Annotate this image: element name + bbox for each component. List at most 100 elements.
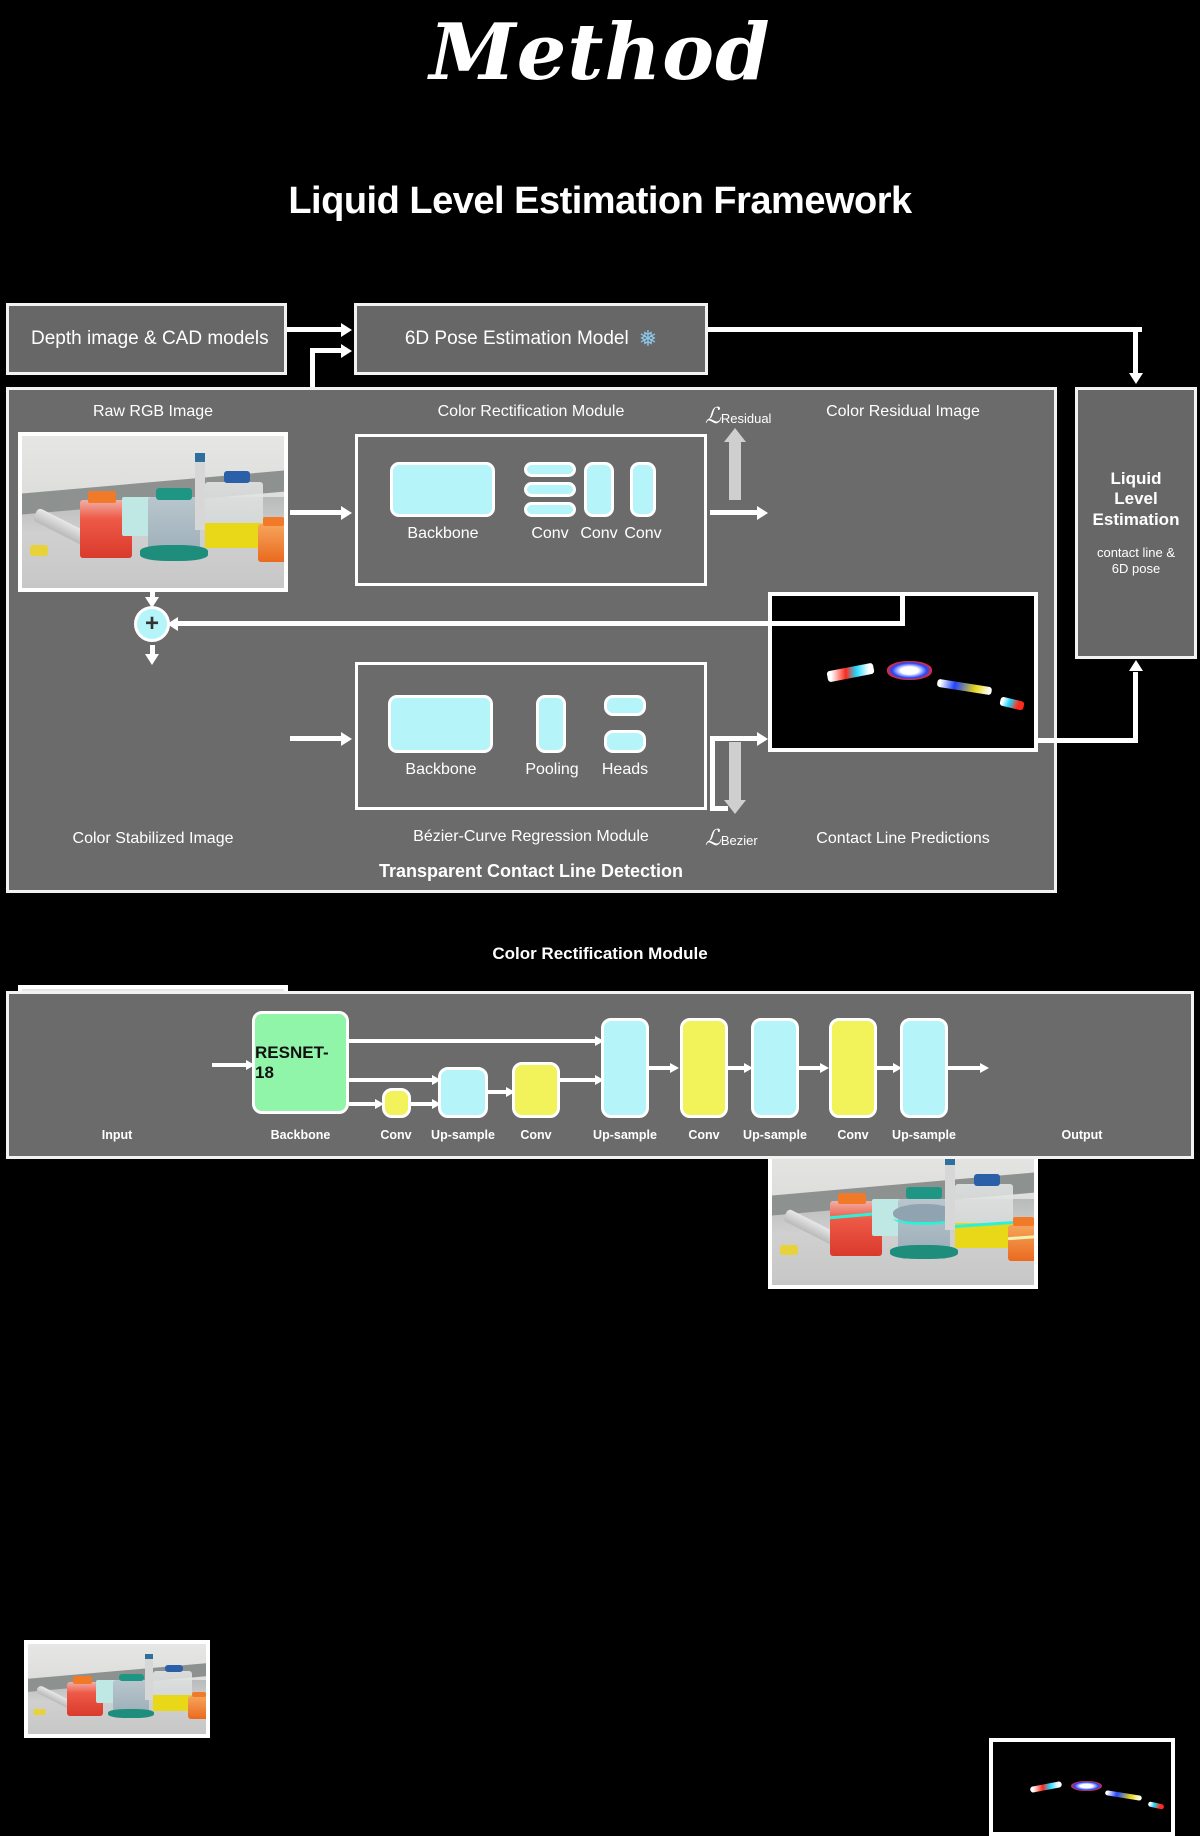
connector-depth-to-pose <box>287 327 343 332</box>
lle-title-line2: Level <box>1114 489 1158 509</box>
connector-backbone-skip <box>349 1039 598 1043</box>
lle-title-line3: Estimation <box>1092 510 1180 530</box>
bottom-upsample-block-3 <box>751 1018 799 1118</box>
arrowhead-rgb-to-rect <box>341 505 352 520</box>
rect-block-backbone-label: Backbone <box>407 525 479 542</box>
bottom-backbone-text: RESNET-18 <box>255 1042 329 1082</box>
loss-bezier-arrow <box>724 742 746 814</box>
bottom-backbone-block: RESNET-18 <box>252 1011 349 1114</box>
bezier-block-pooling <box>536 695 566 753</box>
connector-backbone-mid <box>349 1078 434 1082</box>
page-title: Method <box>429 7 771 98</box>
lle-title-line1: Liquid <box>1110 468 1162 488</box>
bezier-block-backbone-label: Backbone <box>405 761 477 778</box>
connector-stabilized-to-bezier <box>290 736 342 741</box>
sum-node-symbol: + <box>144 610 159 637</box>
bottom-stage-label-conv1: Conv <box>380 1128 412 1142</box>
connector-up1-to-conv2 <box>488 1090 508 1094</box>
contact-line-predictions-image <box>768 1137 1038 1289</box>
bottom-stage-label-backbone: Backbone <box>270 1128 331 1142</box>
lle-subtitle: contact line & 6D pose <box>1097 545 1175 578</box>
pose-estimation-model-box: 6D Pose Estimation Model ❅ <box>354 303 708 375</box>
sum-node: + <box>134 606 170 642</box>
connector-rgb-to-rect <box>290 510 342 515</box>
loss-bezier-subscript: Bezier <box>720 833 758 848</box>
framework-title: Liquid Level Estimation Framework <box>288 180 912 222</box>
bottom-input-image <box>24 1640 210 1738</box>
bottom-stage-label-conv4: Conv <box>837 1128 869 1142</box>
raw-rgb-image <box>18 432 288 592</box>
connector-input-to-backbone <box>212 1063 248 1067</box>
rect-block-conv1-bar1 <box>524 462 576 477</box>
arrowhead-pred-to-lle <box>1128 660 1143 671</box>
arrowhead-pose-to-lle <box>1128 373 1143 384</box>
rect-block-conv3-label: Conv <box>624 525 662 542</box>
snowflake-icon: ❅ <box>638 326 658 351</box>
bottom-upsample-block-4 <box>900 1018 948 1118</box>
bezier-block-head1 <box>604 695 646 716</box>
bezier-block-backbone <box>388 695 493 753</box>
bottom-conv-block-1 <box>382 1088 411 1118</box>
connector-pose-to-lle-h <box>708 327 1142 332</box>
contact-line-caption: Contact Line Predictions <box>816 830 990 847</box>
lle-sub-line2: 6D pose <box>1111 561 1161 577</box>
bottom-stage-label-input: Input <box>101 1128 133 1142</box>
bezier-block-heads-label: Heads <box>601 761 649 778</box>
connector-pose-to-lle-v <box>1133 327 1138 375</box>
bottom-stage-label-conv2: Conv <box>520 1128 552 1142</box>
rect-block-conv1-bar3 <box>524 502 576 517</box>
loss-residual-symbol: ℒ <box>705 404 721 429</box>
raw-rgb-caption: Raw RGB Image <box>92 403 214 420</box>
arrowhead-plus-to-stabilized <box>145 654 159 665</box>
arrowhead-up4-to-output <box>980 1063 989 1073</box>
color-rectification-module: Backbone Conv Conv Conv <box>355 434 707 586</box>
transparent-detection-title: Transparent Contact Line Detection <box>378 861 684 881</box>
bezier-module-title: Bézier-Curve Regression Module <box>413 828 649 845</box>
loss-bezier-label: ℒBezier <box>705 826 758 851</box>
bottom-stage-label-up3: Up-sample <box>743 1128 807 1142</box>
pose-box-label: 6D Pose Estimation Model <box>404 328 629 349</box>
connector-rect-to-residual <box>710 510 760 515</box>
bottom-upsample-block-2 <box>601 1018 649 1118</box>
connector-up2-to-conv3 <box>649 1066 672 1070</box>
arrowhead-bezier-to-pred <box>757 731 768 746</box>
arrowhead-rgb-to-pose <box>341 343 352 358</box>
bottom-stage-label-output: Output <box>1061 1128 1103 1142</box>
connector-up3-to-conv4 <box>799 1066 822 1070</box>
color-stabilized-caption: Color Stabilized Image <box>72 830 234 847</box>
rect-block-backbone <box>390 462 495 517</box>
rect-block-conv1-bar2 <box>524 482 576 497</box>
color-rectification-title: Color Rectification Module <box>437 403 625 420</box>
connector-conv1-to-up1 <box>411 1102 434 1106</box>
loss-residual-arrow <box>724 428 746 500</box>
depth-box-label: Depth image & CAD models <box>31 328 269 349</box>
bezier-regression-module: Backbone Pooling Heads <box>355 662 707 810</box>
bottom-conv-block-3 <box>680 1018 728 1118</box>
connector-up4-to-output <box>948 1066 982 1070</box>
loss-residual-label: ℒResidual <box>705 404 771 429</box>
liquid-level-estimation-box: Liquid Level Estimation contact line & 6… <box>1075 387 1197 659</box>
connector-residual-to-plus-v <box>900 592 905 623</box>
bottom-stage-label-up2: Up-sample <box>593 1128 657 1142</box>
bottom-conv-block-4 <box>829 1018 877 1118</box>
bottom-conv-block-2 <box>512 1062 560 1118</box>
bottom-stage-label-up1: Up-sample <box>431 1128 495 1142</box>
rect-block-conv3 <box>630 462 656 517</box>
arrowhead-stabilized-to-bezier <box>341 731 352 746</box>
arrowhead-rect-to-residual <box>757 505 768 520</box>
bezier-block-head2 <box>604 730 646 753</box>
connector-backbone-low <box>349 1102 377 1106</box>
loss-bezier-symbol: ℒ <box>705 826 721 851</box>
arrowhead-depth-to-pose <box>341 322 352 337</box>
connector-pred-to-lle-v <box>1133 672 1138 743</box>
connector-bezier-to-pred-h <box>710 736 762 741</box>
connector-pred-to-lle-h <box>1038 738 1137 743</box>
connector-bezier-loss-elbow-v <box>710 736 715 811</box>
arrowhead-up2-to-conv3 <box>670 1063 679 1073</box>
bottom-upsample-block-1 <box>438 1067 488 1118</box>
bottom-section-title: Color Rectification Module <box>492 944 708 963</box>
rect-block-conv2 <box>584 462 614 517</box>
lle-sub-line1: contact line & <box>1096 544 1176 560</box>
depth-image-cad-models-box: Depth image & CAD models <box>6 303 287 375</box>
connector-conv2-to-up2 <box>560 1078 598 1082</box>
